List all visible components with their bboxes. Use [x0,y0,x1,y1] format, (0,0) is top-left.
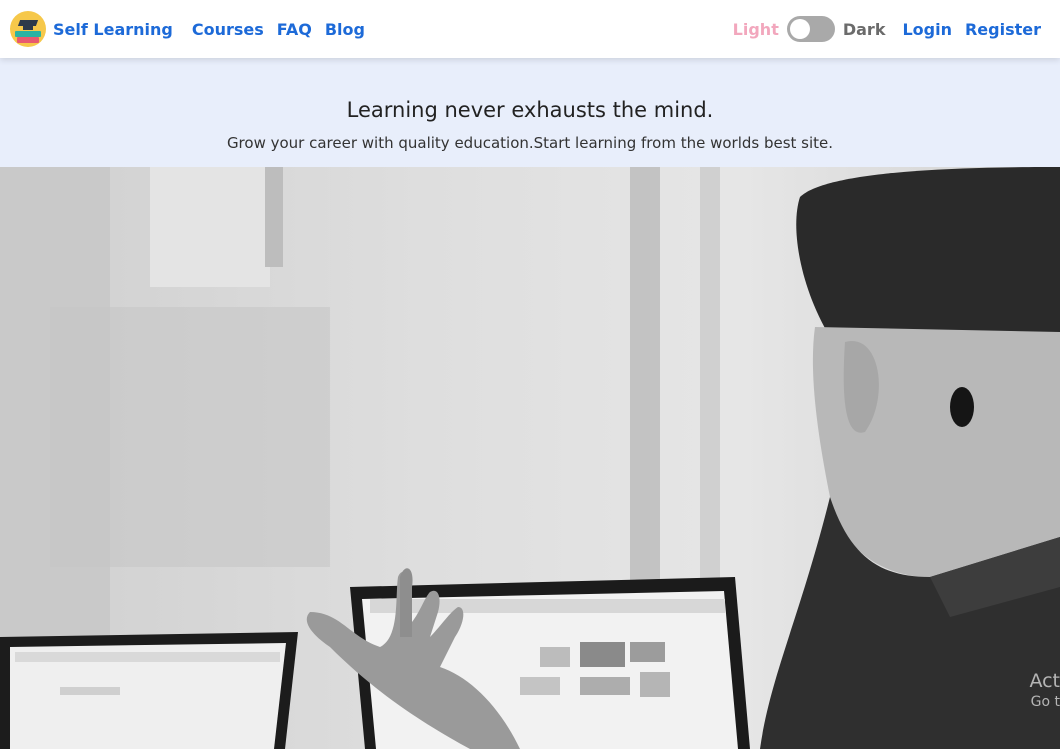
nav-link-faq[interactable]: FAQ [277,20,312,39]
theme-toggle[interactable] [786,16,835,42]
nav-link-courses[interactable]: Courses [192,20,264,39]
watermark-line-1: Act [1029,670,1060,692]
login-link[interactable]: Login [902,20,952,39]
theme-light-label: Light [732,19,779,39]
register-link[interactable]: Register [965,20,1041,39]
hero-subtitle: Grow your career with quality education.… [226,134,834,152]
theme-dark-label: Dark [842,19,886,39]
top-navbar: Self Learning Courses FAQ Blog Light Dar… [0,0,1060,58]
graduation-cap-logo-icon[interactable] [10,11,46,47]
toggle-knob [789,19,810,39]
nav-link-blog[interactable]: Blog [325,20,365,39]
hero-title: Learning never exhausts the mind. [346,98,714,122]
hero-photo-illustration [0,167,1060,749]
hero-banner: Learning never exhausts the mind. Grow y… [0,58,1060,167]
watermark-line-2: Go t [1030,694,1060,710]
brand-link[interactable]: Self Learning [53,20,173,39]
hero-photo [0,167,1060,749]
